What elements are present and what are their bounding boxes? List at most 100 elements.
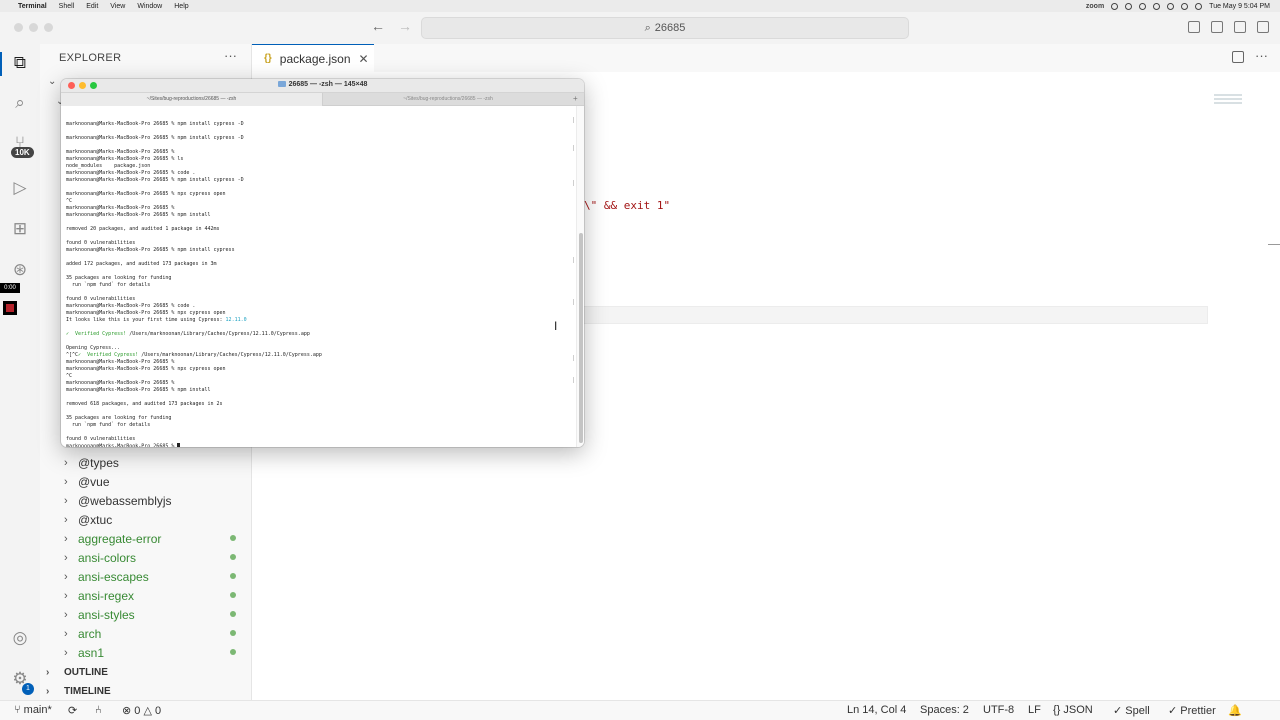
window-zoom-icon[interactable] xyxy=(44,23,53,32)
tree-folder-ansi-colors[interactable]: › ansi-colors xyxy=(40,548,251,567)
nav-back-icon[interactable]: ← xyxy=(371,18,385,34)
editor-more-icon[interactable]: ··· xyxy=(1255,48,1268,63)
eol-status[interactable]: LF xyxy=(1028,704,1041,716)
git-modified-dot xyxy=(230,649,236,655)
sync-icon[interactable]: ⟳ xyxy=(68,704,77,717)
menu-view[interactable]: View xyxy=(110,3,125,10)
tree-folder-ansi-escapes[interactable]: › ansi-escapes xyxy=(40,567,251,586)
terminal-line-text: ✓ Verified Cypress! xyxy=(66,331,127,337)
terminal-line: marknoonan@Marks-MacBook-Pro 26685 % npx… xyxy=(66,366,571,373)
spotlight-status-icon[interactable] xyxy=(1181,2,1189,10)
command-center-label: 26685 xyxy=(654,22,686,34)
terminal-scroll-thumb[interactable] xyxy=(579,233,583,443)
git-branch-status[interactable]: ⑂ main* xyxy=(14,704,52,716)
terminal-line-text: marknoonan@Marks-MacBook-Pro 26685 % npm… xyxy=(66,121,244,127)
close-icon[interactable]: ✕ xyxy=(359,52,369,66)
chevron-down-icon[interactable]: ⌄ xyxy=(48,76,56,87)
terminal-line: ^[^C✓ Verified Cypress! /Users/marknoona… xyxy=(66,352,571,359)
section-outline[interactable]: › OUTLINE xyxy=(40,663,251,682)
window-close-icon[interactable] xyxy=(14,23,23,32)
accounts-icon[interactable]: ◎ xyxy=(10,628,30,648)
extensions-icon[interactable]: ⊞ xyxy=(10,219,30,239)
tree-item-label: @vue xyxy=(78,474,110,489)
terminal-titlebar[interactable]: 26685 — -zsh — 145×48 xyxy=(61,79,584,93)
control-center-icon[interactable] xyxy=(1195,2,1203,10)
tree-folder-aggregate-error[interactable]: › aggregate-error xyxy=(40,529,251,548)
nav-forward-icon[interactable]: → xyxy=(398,18,412,34)
terminal-line-text: 12.11.0 xyxy=(225,317,247,323)
tree-item-label: aggregate-error xyxy=(78,531,162,546)
terminal-line: ^C xyxy=(66,373,571,380)
tree-folder-xtuc[interactable]: › @xtuc xyxy=(40,510,251,529)
menu-app-terminal[interactable]: Terminal xyxy=(18,3,47,10)
terminal-line: It looks like this is your first time us… xyxy=(66,317,571,324)
command-center-search[interactable]: ⌕ 26685 xyxy=(421,17,909,39)
spell-status[interactable]: ✓ Spell xyxy=(1113,704,1150,717)
terminal-window[interactable]: 26685 — -zsh — 145×48 ~/Sites/bug-reprod… xyxy=(61,79,584,447)
menu-shell[interactable]: Shell xyxy=(59,3,75,10)
stop-recording-icon[interactable] xyxy=(3,301,17,315)
terminal-tab-1[interactable]: ~/Sites/bug-reproductions/26685 — -zsh xyxy=(61,93,323,106)
toggle-primary-sidebar-icon[interactable] xyxy=(1188,21,1200,33)
battery-status-icon[interactable] xyxy=(1153,2,1161,10)
language-label: JSON xyxy=(1063,704,1093,716)
code-line-test-script[interactable]: \" && exit 1" xyxy=(584,199,670,212)
encoding-status[interactable]: UTF-8 xyxy=(983,704,1014,716)
tree-folder-vue[interactable]: › @vue xyxy=(40,472,251,491)
customize-layout-icon[interactable] xyxy=(1257,21,1269,33)
search-icon[interactable]: ⌕ xyxy=(10,93,30,113)
new-tab-plus-icon[interactable]: + xyxy=(573,94,578,103)
tree-folder-webassemblyjs[interactable]: › @webassemblyjs xyxy=(40,491,251,510)
terminal-line-text: marknoonan@Marks-MacBook-Pro 26685 % xyxy=(66,149,175,155)
git-graph-status-icon[interactable]: ⑃ xyxy=(95,704,102,716)
terminal-line-text: marknoonan@Marks-MacBook-Pro 26685 % ls xyxy=(66,156,184,162)
menu-window[interactable]: Window xyxy=(137,3,162,10)
terminal-tab-2[interactable]: ~/Sites/bug-reproductions/26685 — -zsh xyxy=(324,93,572,106)
language-mode[interactable]: {} JSON xyxy=(1053,704,1093,716)
record-status-icon[interactable] xyxy=(1111,2,1119,10)
terminal-line: marknoonan@Marks-MacBook-Pro 26685 % npm… xyxy=(66,387,571,394)
window-minimize-icon[interactable] xyxy=(29,23,38,32)
terminal-line: marknoonan@Marks-MacBook-Pro 26685 % npm… xyxy=(66,247,571,254)
tree-folder-arch[interactable]: › arch xyxy=(40,624,251,643)
terminal-line-text: ^[^C xyxy=(66,352,79,358)
menu-help[interactable]: Help xyxy=(174,3,188,10)
section-timeline[interactable]: › TIMELINE xyxy=(40,682,251,701)
zoom-status[interactable]: zoom xyxy=(1086,3,1104,10)
toggle-panel-icon[interactable] xyxy=(1211,21,1223,33)
cursor-position[interactable]: Ln 14, Col 4 xyxy=(847,704,906,716)
password-status-icon[interactable] xyxy=(1139,2,1147,10)
explorer-more-icon[interactable]: ··· xyxy=(224,48,237,63)
tree-folder-ansi-regex[interactable]: › ansi-regex xyxy=(40,586,251,605)
menu-edit[interactable]: Edit xyxy=(86,3,98,10)
indentation-status[interactable]: Spaces: 2 xyxy=(920,704,969,716)
tree-folder-asn1[interactable]: › asn1 xyxy=(40,643,251,662)
prettier-status[interactable]: ✓ Prettier xyxy=(1168,704,1216,717)
chevron-right-icon: › xyxy=(64,475,68,488)
terminal-cursor xyxy=(177,443,181,447)
search-icon: ⌕ xyxy=(644,21,651,34)
problems-status[interactable]: ⊗ 0 △ 0 xyxy=(122,704,161,717)
split-editor-icon[interactable] xyxy=(1232,51,1244,63)
tree-folder-ansi-styles[interactable]: › ansi-styles xyxy=(40,605,251,624)
terminal-scrollbar[interactable] xyxy=(576,106,584,447)
tab-package-json[interactable]: {} package.json ✕ xyxy=(252,44,374,72)
menubar-clock[interactable]: Tue May 9 5:04 PM xyxy=(1209,3,1270,10)
terminal-output[interactable]: marknoonan@Marks-MacBook-Pro 26685 % npm… xyxy=(66,114,571,447)
run-debug-icon[interactable]: ▷ xyxy=(10,178,30,198)
tree-folder-types[interactable]: › @types xyxy=(40,453,251,472)
wifi-status-icon[interactable] xyxy=(1167,2,1175,10)
terminal-line-text: Opening Cypress... xyxy=(66,345,121,351)
notifications-bell-icon[interactable]: 🔔 xyxy=(1228,704,1242,717)
git-graph-icon[interactable]: ⊛ xyxy=(10,260,30,280)
settings-status-icon[interactable] xyxy=(1125,2,1133,10)
terminal-line-text: marknoonan@Marks-MacBook-Pro 26685 % npx… xyxy=(66,366,226,372)
terminal-line: marknoonan@Marks-MacBook-Pro 26685 % xyxy=(66,359,571,366)
explorer-icon[interactable]: ⧉ xyxy=(10,53,30,73)
toggle-secondary-sidebar-icon[interactable] xyxy=(1234,21,1246,33)
terminal-line: marknoonan@Marks-MacBook-Pro 26685 % xyxy=(66,205,571,212)
minimap[interactable] xyxy=(1214,94,1242,104)
